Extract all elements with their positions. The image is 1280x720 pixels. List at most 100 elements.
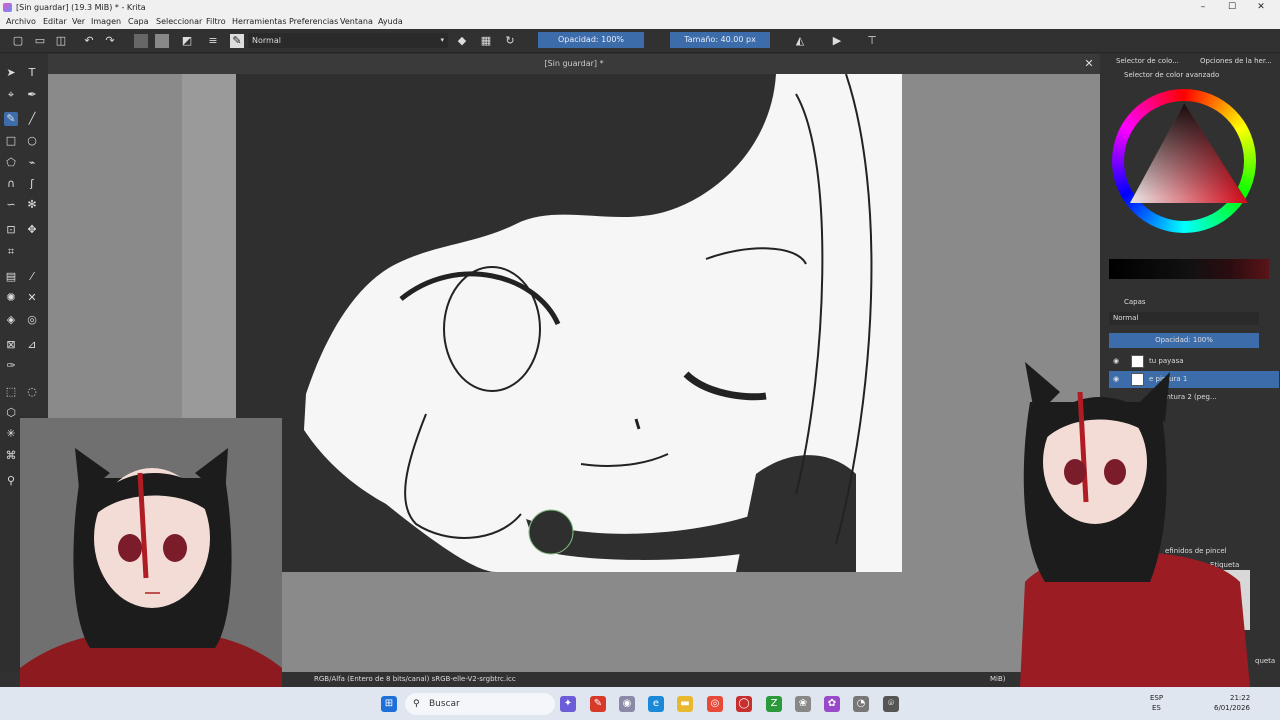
eraser-icon[interactable]: ◆: [455, 34, 469, 48]
polygon-tool-icon[interactable]: ⬠: [4, 156, 18, 170]
edge-icon[interactable]: e: [648, 696, 664, 712]
alpha-lock-icon[interactable]: ▦: [479, 34, 493, 48]
text-tool-icon[interactable]: T: [25, 66, 39, 80]
line-tool-icon[interactable]: ╱: [25, 112, 39, 126]
language-indicator[interactable]: ESP: [1150, 694, 1163, 702]
smart-patch-tool-icon[interactable]: ✺: [4, 291, 18, 305]
app-icon-6[interactable]: ◔: [853, 696, 869, 712]
rectangle-tool-icon[interactable]: □: [4, 134, 18, 148]
menu-archivo[interactable]: Archivo: [6, 15, 36, 29]
save-icon[interactable]: ◫: [54, 34, 68, 48]
freehand-brush-tool-icon[interactable]: ✎: [4, 112, 18, 126]
windows-start-icon[interactable]: ⊞: [381, 696, 397, 712]
close-document-icon[interactable]: ✕: [1082, 54, 1096, 74]
layer-blend-select[interactable]: Normal: [1109, 312, 1259, 325]
rect-select-tool-icon[interactable]: ⬚: [4, 385, 18, 399]
document-tab[interactable]: [Sin guardar] *: [48, 54, 1100, 74]
gradient-icon[interactable]: [134, 34, 148, 48]
color-picker-tool-icon[interactable]: ⁄: [25, 270, 39, 284]
close-window-button[interactable]: ✕: [1248, 0, 1274, 15]
new-document-icon[interactable]: ▢: [11, 34, 25, 48]
clock-time[interactable]: 21:22: [1230, 694, 1250, 702]
crop-tool-icon[interactable]: ⌗: [4, 245, 18, 259]
contiguous-select-tool-icon[interactable]: ✳: [4, 427, 18, 441]
tab-tool-options[interactable]: Opciones de la her...: [1200, 55, 1272, 67]
enclose-fill-tool-icon[interactable]: ◎: [25, 313, 39, 327]
bezier-tool-icon[interactable]: ∩: [4, 177, 18, 191]
bezier-select-tool-icon[interactable]: ⌘: [4, 449, 18, 463]
edit-shapes-tool-icon[interactable]: ⌖: [4, 88, 18, 102]
drawing-canvas[interactable]: [236, 74, 902, 572]
vtuber-avatar-left: [20, 418, 282, 700]
krita-taskbar-icon[interactable]: ✿: [824, 696, 840, 712]
file-explorer-icon[interactable]: ▬: [677, 696, 693, 712]
redo-icon[interactable]: ↷: [103, 34, 117, 48]
layers-panel-title: Capas: [1124, 298, 1146, 306]
freehand-path-tool-icon[interactable]: ʃ: [25, 177, 39, 191]
language-region: ES: [1152, 704, 1161, 712]
brush-settings-icon[interactable]: ≡: [206, 34, 220, 48]
swap-colors-icon[interactable]: ◩: [180, 34, 194, 48]
transform-tool-icon[interactable]: ⊡: [4, 223, 18, 237]
menu-ventana[interactable]: Ventana: [340, 15, 373, 29]
open-folder-icon[interactable]: ▭: [33, 34, 47, 48]
clock-date[interactable]: 6/01/2026: [1214, 704, 1250, 712]
menu-filtro[interactable]: Filtro: [206, 15, 226, 29]
calligraphy-tool-icon[interactable]: ✒: [25, 88, 39, 102]
menu-ayuda[interactable]: Ayuda: [378, 15, 403, 29]
app-icon-4[interactable]: Z: [766, 696, 782, 712]
menu-preferencias[interactable]: Preferencias: [289, 15, 338, 29]
size-slider[interactable]: Tamaño: 40.00 px: [670, 32, 770, 48]
gradient-tool-icon[interactable]: ▤: [4, 270, 18, 284]
vtuber-overlay-left: [20, 418, 282, 700]
opacity-slider[interactable]: Opacidad: 100%: [538, 32, 644, 48]
pattern-icon[interactable]: [155, 34, 169, 48]
ellipse-tool-icon[interactable]: ○: [25, 134, 39, 148]
app-icon-7[interactable]: ⌾: [883, 696, 899, 712]
multibrush-tool-icon[interactable]: ✻: [25, 198, 39, 212]
mirror-horizontal-icon[interactable]: ◭: [793, 34, 807, 48]
colorize-mask-tool-icon[interactable]: ✕: [25, 291, 39, 305]
ellipse-select-tool-icon[interactable]: ◌: [25, 385, 39, 399]
layer-opacity-slider[interactable]: Opacidad: 100%: [1109, 333, 1259, 348]
copilot-icon[interactable]: ✦: [560, 696, 576, 712]
select-shapes-tool-icon[interactable]: ➤: [4, 66, 18, 80]
windows-taskbar: [0, 687, 1280, 720]
fill-tool-icon[interactable]: ◈: [4, 313, 18, 327]
menu-editar[interactable]: Editar: [43, 15, 67, 29]
menu-herramientas[interactable]: Herramientas: [232, 15, 287, 29]
zoom-tool-icon[interactable]: ⚲: [4, 474, 18, 488]
reference-tool-icon[interactable]: ✑: [4, 359, 18, 373]
colorspace-label: RGB/Alfa (Entero de 8 bits/canal) sRGB-e…: [314, 672, 516, 687]
measure-tool-icon[interactable]: ⊿: [25, 338, 39, 352]
blend-mode-select[interactable]: Normal ▾: [248, 33, 448, 48]
app-icon-2[interactable]: ◉: [619, 696, 635, 712]
assistant-tool-icon[interactable]: ⊠: [4, 338, 18, 352]
app-icon-5[interactable]: ❀: [795, 696, 811, 712]
tab-color-selector[interactable]: Selector de colo...: [1116, 55, 1179, 67]
mirror-vertical-icon[interactable]: ▶: [830, 34, 844, 48]
maximize-button[interactable]: ☐: [1219, 0, 1245, 15]
polyline-tool-icon[interactable]: ⌁: [25, 156, 39, 170]
canvas-lower-margin: [283, 572, 1100, 660]
undo-icon[interactable]: ↶: [82, 34, 96, 48]
app-icon-1[interactable]: ✎: [590, 696, 606, 712]
brush-preset-icon[interactable]: ✎: [230, 34, 244, 48]
window-title: [Sin guardar] (19.3 MiB) * - Krita: [16, 0, 146, 15]
wrap-around-icon[interactable]: ⊤: [865, 34, 879, 48]
menu-ver[interactable]: Ver: [72, 15, 85, 29]
menu-capa[interactable]: Capa: [128, 15, 148, 29]
move-tool-icon[interactable]: ✥: [25, 223, 39, 237]
app-icon-3[interactable]: ◯: [736, 696, 752, 712]
minimize-button[interactable]: –: [1190, 0, 1216, 15]
taskbar-search[interactable]: ⚲ Buscar: [405, 693, 555, 715]
color-panel-title: Selector de color avanzado: [1124, 71, 1219, 79]
chrome-icon[interactable]: ◎: [707, 696, 723, 712]
poly-select-tool-icon[interactable]: ⬡: [4, 406, 18, 420]
menu-imagen[interactable]: Imagen: [91, 15, 121, 29]
reload-preset-icon[interactable]: ↻: [503, 34, 517, 48]
dynamic-brush-tool-icon[interactable]: ∽: [4, 198, 18, 212]
menu-seleccionar[interactable]: Seleccionar: [156, 15, 202, 29]
color-history-palette[interactable]: [1109, 259, 1269, 279]
menu-bar: Archivo Editar Ver Imagen Capa Seleccion…: [0, 15, 1280, 29]
